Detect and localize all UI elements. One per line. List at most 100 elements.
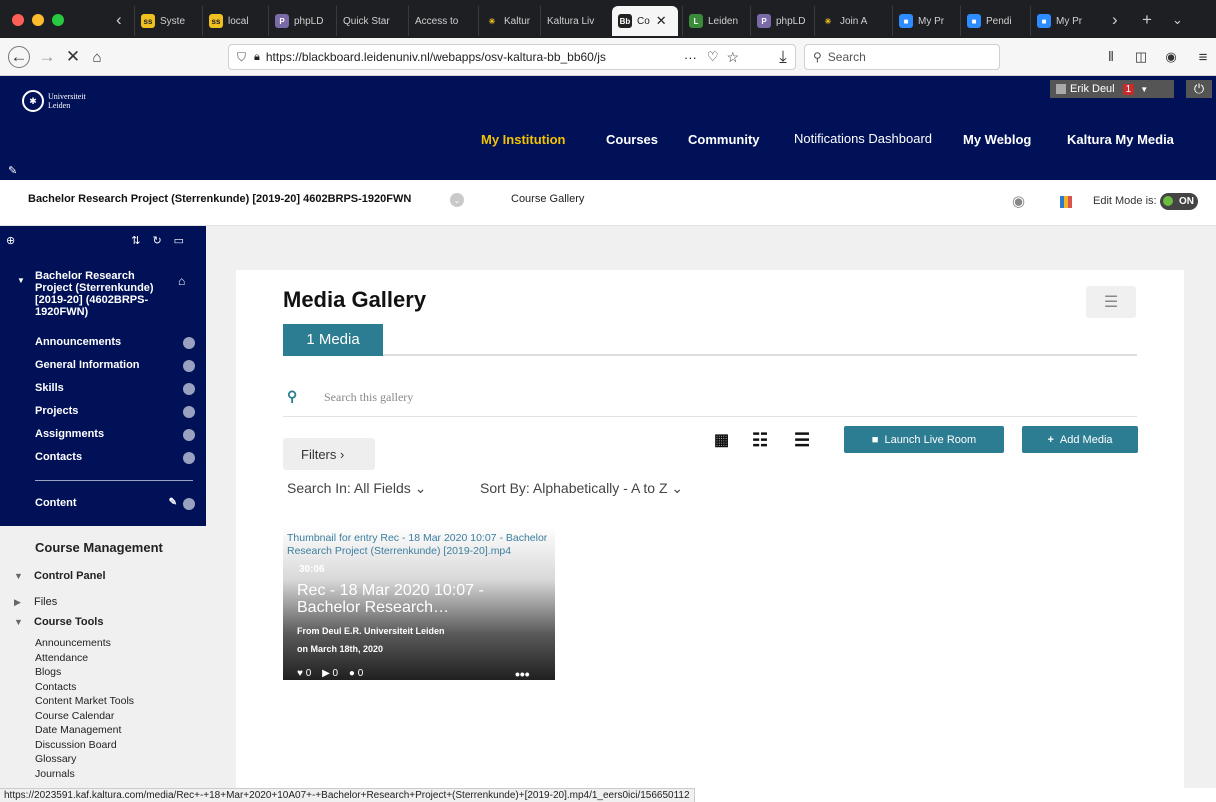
more-options-icon[interactable]: ••• <box>515 666 530 680</box>
grid-view-icon[interactable]: ▦ <box>714 430 729 450</box>
media-title[interactable]: Rec - 18 Mar 2020 10:07 - Bachelor Resea… <box>297 582 547 616</box>
media-entry-thumbnail[interactable]: Thumbnail for entry Rec - 18 Mar 2020 10… <box>283 526 555 680</box>
pocket-icon[interactable]: ♡ <box>707 49 719 65</box>
tab-media[interactable]: 1 Media <box>283 324 383 354</box>
close-tab-icon[interactable]: ✕ <box>656 13 667 29</box>
browser-tab-active[interactable]: Bb Co ✕ <box>612 6 678 36</box>
edit-icon[interactable]: ✎ <box>169 497 177 508</box>
control-panel-toggle[interactable]: ▼ Control Panel <box>14 570 106 582</box>
user-menu[interactable]: Erik Deul 1 ▼ <box>1050 80 1174 98</box>
home-icon[interactable]: ⌂ <box>178 274 185 288</box>
close-window-icon[interactable] <box>12 14 24 26</box>
browser-tab[interactable]: ✳ Join A <box>814 6 882 36</box>
course-tools-toggle[interactable]: ▼ Course Tools <box>14 616 103 628</box>
tool-link[interactable]: Content Market Tools <box>35 694 134 709</box>
launch-live-room-button[interactable]: ■ Launch Live Room <box>844 426 1004 453</box>
url-bar[interactable]: ⛉ 🔒︎ https://blackboard.leidenuniv.nl/we… <box>228 44 796 70</box>
refresh-icon[interactable]: ↻ <box>152 234 161 247</box>
gallery-settings-button[interactable]: ☰ <box>1086 286 1136 318</box>
sidebar-item-skills[interactable]: Skills <box>35 382 195 395</box>
tool-link[interactable]: Attendance <box>35 651 134 666</box>
tool-link[interactable]: Blogs <box>35 665 134 680</box>
add-menu-item-icon[interactable]: ⊕ <box>6 234 15 247</box>
nav-my-institution[interactable]: My Institution <box>481 132 566 147</box>
home-icon[interactable]: ⌂ <box>86 46 108 68</box>
chevron-down-icon[interactable] <box>183 383 195 395</box>
forward-icon[interactable]: → <box>36 46 58 68</box>
chevron-down-icon[interactable] <box>183 406 195 418</box>
browser-tab[interactable]: PphpLD <box>750 6 812 36</box>
browser-tab[interactable]: L Leiden <box>682 6 748 36</box>
browser-tab[interactable]: Kaltura Liv <box>540 6 608 36</box>
folder-icon[interactable]: ▭ <box>174 234 184 247</box>
reorder-icon[interactable]: ⇅ <box>131 234 140 247</box>
tool-link[interactable]: Course Calendar <box>35 709 134 724</box>
nav-courses[interactable]: Courses <box>606 132 658 147</box>
nav-community[interactable]: Community <box>688 132 760 147</box>
collapse-caret-icon[interactable]: ▼ <box>17 276 25 285</box>
nav-my-weblog[interactable]: My Weblog <box>963 132 1031 147</box>
browser-tab[interactable]: ■ Pendi <box>960 6 1026 36</box>
link-icon[interactable]: ✎ <box>8 164 17 177</box>
nav-notifications-dashboard[interactable]: Notifications Dashboard <box>794 131 932 146</box>
chevron-down-icon[interactable] <box>183 452 195 464</box>
sidebar-toggle-icon[interactable]: ◫ <box>1130 46 1152 68</box>
chevron-down-icon[interactable] <box>183 429 195 441</box>
sidebar-item-projects[interactable]: Projects <box>35 405 195 418</box>
detailed-list-view-icon[interactable]: ☰ <box>794 430 810 451</box>
sort-by-dropdown[interactable]: Sort By: Alphabetically - A to Z ⌄ <box>480 480 683 497</box>
bookmark-star-icon[interactable]: ☆ <box>727 49 740 66</box>
sidebar-course-title[interactable]: Bachelor Research Project (Sterrenkunde)… <box>35 270 165 318</box>
lock-icon[interactable]: 🔒︎ <box>254 51 260 64</box>
breadcrumb-chevron-icon[interactable]: ⌄ <box>450 193 464 207</box>
sidebar-item-content[interactable]: Content ✎ <box>35 497 195 510</box>
menu-icon[interactable]: ≡ <box>1192 46 1214 68</box>
tool-link[interactable]: Contacts <box>35 680 134 695</box>
files-toggle[interactable]: ▶ Files <box>14 596 57 608</box>
browser-tab[interactable]: Quick Star <box>336 6 406 36</box>
browser-tab[interactable]: PphpLD <box>268 6 334 36</box>
sidebar-item-assignments[interactable]: Assignments <box>35 428 195 441</box>
chevron-down-icon[interactable] <box>183 337 195 349</box>
breadcrumb-course[interactable]: Bachelor Research Project (Sterrenkunde)… <box>28 193 411 205</box>
sidebar-item-contacts[interactable]: Contacts <box>35 451 195 464</box>
tab-scroll-right-icon[interactable]: › <box>1112 10 1118 30</box>
tool-link[interactable]: Announcements <box>35 636 134 651</box>
tool-link[interactable]: Discussion Board <box>35 738 134 753</box>
list-view-icon[interactable]: ☷ <box>752 430 768 451</box>
books-icon[interactable] <box>1060 196 1072 208</box>
tab-scroll-left-icon[interactable]: ‹ <box>116 10 122 30</box>
browser-tab[interactable]: ✳ Kaltur <box>478 6 538 36</box>
search-input[interactable]: ⚲ Search <box>804 44 1000 70</box>
maximize-window-icon[interactable] <box>52 14 64 26</box>
university-logo[interactable]: ✱ Universiteit Leiden <box>22 90 86 112</box>
download-icon[interactable]: ⤓ <box>772 46 794 68</box>
shield-icon[interactable]: ⛉ <box>237 50 246 65</box>
tab-list-icon[interactable]: ⌄ <box>1172 12 1183 28</box>
filters-button[interactable]: Filters › <box>283 438 375 470</box>
browser-tab[interactable]: ss local <box>202 6 266 36</box>
add-media-button[interactable]: + Add Media <box>1022 426 1138 453</box>
stop-loading-icon[interactable]: ✕ <box>62 46 84 68</box>
tool-link[interactable]: Journals <box>35 767 134 782</box>
logout-power-icon[interactable]: ⏻ <box>1186 80 1212 98</box>
tool-link[interactable]: Date Management <box>35 723 134 738</box>
new-tab-icon[interactable]: + <box>1142 10 1152 30</box>
nav-kaltura-my-media[interactable]: Kaltura My Media <box>1067 132 1174 147</box>
chevron-down-icon[interactable] <box>183 360 195 372</box>
student-preview-icon[interactable]: ◉ <box>1012 192 1025 210</box>
browser-tab[interactable]: ■ My Pr <box>1030 6 1096 36</box>
browser-tab[interactable]: Access to <box>408 6 476 36</box>
url-text[interactable]: https://blackboard.leidenuniv.nl/webapps… <box>266 50 666 64</box>
back-icon[interactable]: ← <box>8 46 30 68</box>
account-icon[interactable]: ◉ <box>1160 46 1182 68</box>
chevron-down-icon[interactable] <box>183 498 195 510</box>
sidebar-item-general-information[interactable]: General Information <box>35 359 195 372</box>
library-icon[interactable]: ⫴ <box>1100 46 1122 68</box>
search-in-dropdown[interactable]: Search In: All Fields ⌄ <box>287 480 426 497</box>
edit-mode-toggle[interactable]: ON <box>1160 193 1198 210</box>
browser-tab[interactable]: ■ My Pr <box>892 6 958 36</box>
tool-link[interactable]: Glossary <box>35 752 134 767</box>
page-actions-icon[interactable]: ··· <box>684 50 697 65</box>
browser-tab[interactable]: ss Syste <box>134 6 200 36</box>
